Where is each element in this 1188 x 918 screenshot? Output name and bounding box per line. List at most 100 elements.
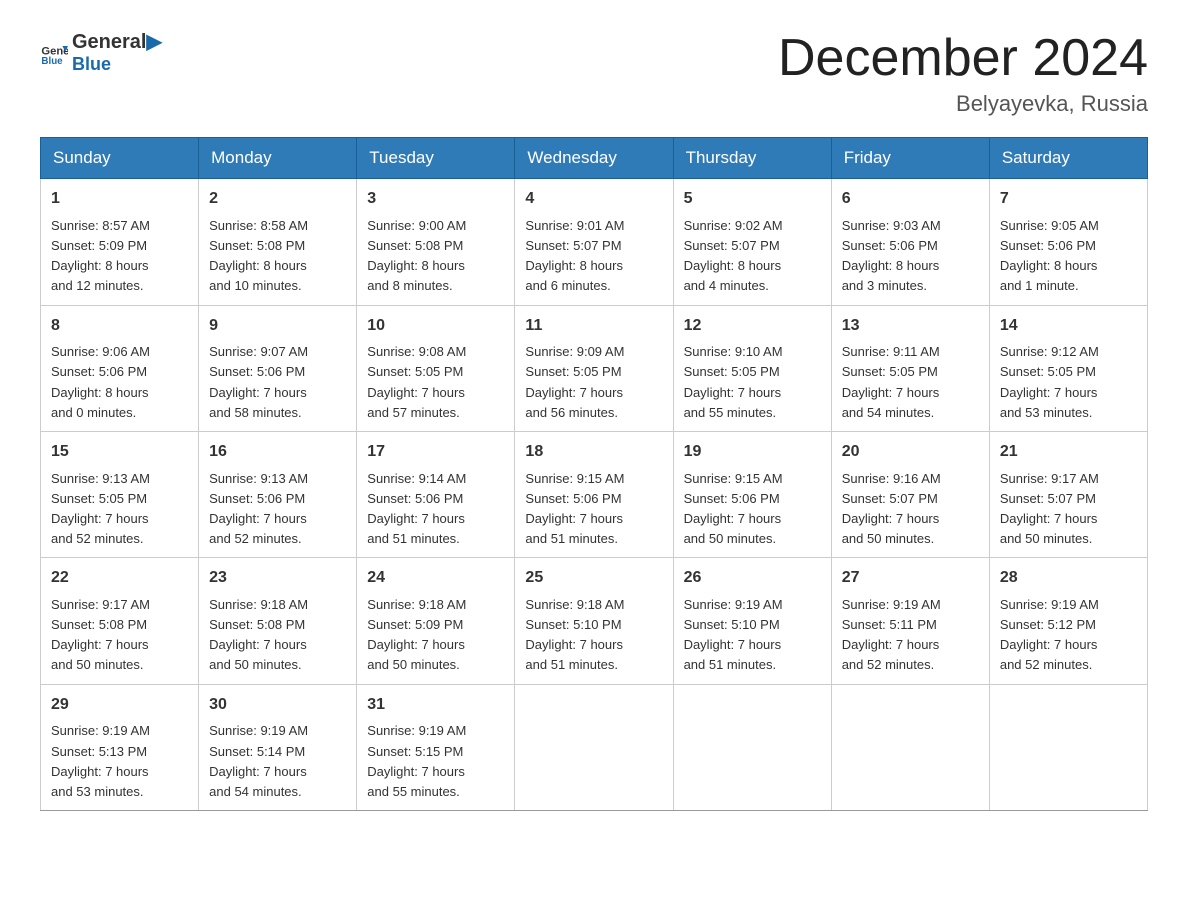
day-info: Sunrise: 9:07 AM Sunset: 5:06 PM Dayligh…	[209, 342, 346, 423]
calendar-cell: 21 Sunrise: 9:17 AM Sunset: 5:07 PM Dayli…	[989, 431, 1147, 557]
day-number: 1	[51, 187, 188, 212]
day-info: Sunrise: 9:12 AM Sunset: 5:05 PM Dayligh…	[1000, 342, 1137, 423]
day-number: 27	[842, 566, 979, 591]
calendar-cell: 14 Sunrise: 9:12 AM Sunset: 5:05 PM Dayli…	[989, 305, 1147, 431]
calendar-cell: 3 Sunrise: 9:00 AM Sunset: 5:08 PM Daylig…	[357, 179, 515, 305]
day-number: 21	[1000, 440, 1137, 465]
day-number: 20	[842, 440, 979, 465]
day-header-thursday: Thursday	[673, 138, 831, 179]
day-info: Sunrise: 9:09 AM Sunset: 5:05 PM Dayligh…	[525, 342, 662, 423]
day-info: Sunrise: 9:00 AM Sunset: 5:08 PM Dayligh…	[367, 216, 504, 297]
calendar-cell: 31 Sunrise: 9:19 AM Sunset: 5:15 PM Dayli…	[357, 684, 515, 810]
day-info: Sunrise: 9:15 AM Sunset: 5:06 PM Dayligh…	[684, 469, 821, 550]
day-number: 10	[367, 314, 504, 339]
day-info: Sunrise: 9:18 AM Sunset: 5:08 PM Dayligh…	[209, 595, 346, 676]
day-number: 19	[684, 440, 821, 465]
day-info: Sunrise: 9:13 AM Sunset: 5:06 PM Dayligh…	[209, 469, 346, 550]
calendar-cell: 9 Sunrise: 9:07 AM Sunset: 5:06 PM Daylig…	[199, 305, 357, 431]
day-info: Sunrise: 9:19 AM Sunset: 5:14 PM Dayligh…	[209, 721, 346, 802]
day-header-monday: Monday	[199, 138, 357, 179]
day-info: Sunrise: 9:13 AM Sunset: 5:05 PM Dayligh…	[51, 469, 188, 550]
calendar-cell: 16 Sunrise: 9:13 AM Sunset: 5:06 PM Dayli…	[199, 431, 357, 557]
day-info: Sunrise: 9:02 AM Sunset: 5:07 PM Dayligh…	[684, 216, 821, 297]
calendar-cell: 23 Sunrise: 9:18 AM Sunset: 5:08 PM Dayli…	[199, 558, 357, 684]
calendar-cell: 20 Sunrise: 9:16 AM Sunset: 5:07 PM Dayli…	[831, 431, 989, 557]
day-number: 18	[525, 440, 662, 465]
day-number: 16	[209, 440, 346, 465]
calendar-cell: 6Sunrise: 9:03 AM Sunset: 5:06 PM Daylig…	[831, 179, 989, 305]
calendar-table: SundayMondayTuesdayWednesdayThursdayFrid…	[40, 137, 1148, 811]
day-number: 12	[684, 314, 821, 339]
day-info: Sunrise: 9:19 AM Sunset: 5:10 PM Dayligh…	[684, 595, 821, 676]
calendar-cell: 18 Sunrise: 9:15 AM Sunset: 5:06 PM Dayli…	[515, 431, 673, 557]
calendar-cell: 24 Sunrise: 9:18 AM Sunset: 5:09 PM Dayli…	[357, 558, 515, 684]
logo-icon: General Blue	[40, 39, 68, 67]
calendar-cell: 11Sunrise: 9:09 AM Sunset: 5:05 PM Dayli…	[515, 305, 673, 431]
calendar-cell: 17 Sunrise: 9:14 AM Sunset: 5:06 PM Dayli…	[357, 431, 515, 557]
calendar-cell	[831, 684, 989, 810]
day-info: Sunrise: 8:57 AM Sunset: 5:09 PM Dayligh…	[51, 216, 188, 297]
day-header-sunday: Sunday	[41, 138, 199, 179]
calendar-week-5: 29Sunrise: 9:19 AM Sunset: 5:13 PM Dayli…	[41, 684, 1148, 810]
day-info: Sunrise: 9:17 AM Sunset: 5:07 PM Dayligh…	[1000, 469, 1137, 550]
day-info: Sunrise: 9:18 AM Sunset: 5:10 PM Dayligh…	[525, 595, 662, 676]
calendar-cell	[989, 684, 1147, 810]
calendar-cell: 2 Sunrise: 8:58 AM Sunset: 5:08 PM Daylig…	[199, 179, 357, 305]
day-header-saturday: Saturday	[989, 138, 1147, 179]
calendar-cell: 30 Sunrise: 9:19 AM Sunset: 5:14 PM Dayli…	[199, 684, 357, 810]
day-number: 9	[209, 314, 346, 339]
day-number: 22	[51, 566, 188, 591]
day-number: 14	[1000, 314, 1137, 339]
day-info: Sunrise: 9:08 AM Sunset: 5:05 PM Dayligh…	[367, 342, 504, 423]
day-number: 13	[842, 314, 979, 339]
calendar-cell: 28Sunrise: 9:19 AM Sunset: 5:12 PM Dayli…	[989, 558, 1147, 684]
day-number: 30	[209, 693, 346, 718]
day-info: Sunrise: 9:01 AM Sunset: 5:07 PM Dayligh…	[525, 216, 662, 297]
day-info: Sunrise: 9:11 AM Sunset: 5:05 PM Dayligh…	[842, 342, 979, 423]
day-number: 5	[684, 187, 821, 212]
day-header-wednesday: Wednesday	[515, 138, 673, 179]
day-info: Sunrise: 9:15 AM Sunset: 5:06 PM Dayligh…	[525, 469, 662, 550]
logo: General Blue General▶ Blue	[40, 30, 162, 76]
calendar-cell: 13 Sunrise: 9:11 AM Sunset: 5:05 PM Dayli…	[831, 305, 989, 431]
calendar-cell: 7Sunrise: 9:05 AM Sunset: 5:06 PM Daylig…	[989, 179, 1147, 305]
calendar-cell: 5 Sunrise: 9:02 AM Sunset: 5:07 PM Daylig…	[673, 179, 831, 305]
calendar-header-row: SundayMondayTuesdayWednesdayThursdayFrid…	[41, 138, 1148, 179]
calendar-week-1: 1 Sunrise: 8:57 AM Sunset: 5:09 PM Daylig…	[41, 179, 1148, 305]
day-info: Sunrise: 9:06 AM Sunset: 5:06 PM Dayligh…	[51, 342, 188, 423]
day-number: 17	[367, 440, 504, 465]
logo-blue: Blue	[72, 54, 162, 76]
day-number: 3	[367, 187, 504, 212]
day-info: Sunrise: 9:16 AM Sunset: 5:07 PM Dayligh…	[842, 469, 979, 550]
title-block: December 2024 Belyayevka, Russia	[778, 30, 1148, 117]
calendar-cell	[673, 684, 831, 810]
calendar-cell: 26 Sunrise: 9:19 AM Sunset: 5:10 PM Dayli…	[673, 558, 831, 684]
day-number: 26	[684, 566, 821, 591]
calendar-cell: 25Sunrise: 9:18 AM Sunset: 5:10 PM Dayli…	[515, 558, 673, 684]
day-info: Sunrise: 9:18 AM Sunset: 5:09 PM Dayligh…	[367, 595, 504, 676]
day-info: Sunrise: 9:03 AM Sunset: 5:06 PM Dayligh…	[842, 216, 979, 297]
calendar-cell: 10 Sunrise: 9:08 AM Sunset: 5:05 PM Dayli…	[357, 305, 515, 431]
day-number: 24	[367, 566, 504, 591]
day-number: 4	[525, 187, 662, 212]
day-number: 28	[1000, 566, 1137, 591]
day-number: 23	[209, 566, 346, 591]
calendar-cell: 29Sunrise: 9:19 AM Sunset: 5:13 PM Dayli…	[41, 684, 199, 810]
calendar-cell: 22 Sunrise: 9:17 AM Sunset: 5:08 PM Dayli…	[41, 558, 199, 684]
day-number: 31	[367, 693, 504, 718]
day-info: Sunrise: 9:17 AM Sunset: 5:08 PM Dayligh…	[51, 595, 188, 676]
calendar-cell: 27 Sunrise: 9:19 AM Sunset: 5:11 PM Dayli…	[831, 558, 989, 684]
page-header: General Blue General▶ Blue December 2024…	[40, 30, 1148, 117]
day-info: Sunrise: 9:19 AM Sunset: 5:15 PM Dayligh…	[367, 721, 504, 802]
calendar-cell: 15 Sunrise: 9:13 AM Sunset: 5:05 PM Dayli…	[41, 431, 199, 557]
day-number: 15	[51, 440, 188, 465]
calendar-cell: 12Sunrise: 9:10 AM Sunset: 5:05 PM Dayli…	[673, 305, 831, 431]
day-info: Sunrise: 9:19 AM Sunset: 5:13 PM Dayligh…	[51, 721, 188, 802]
day-info: Sunrise: 8:58 AM Sunset: 5:08 PM Dayligh…	[209, 216, 346, 297]
day-info: Sunrise: 9:19 AM Sunset: 5:11 PM Dayligh…	[842, 595, 979, 676]
logo-general: General▶	[72, 30, 162, 54]
svg-text:Blue: Blue	[41, 56, 63, 67]
day-number: 2	[209, 187, 346, 212]
calendar-week-4: 22 Sunrise: 9:17 AM Sunset: 5:08 PM Dayli…	[41, 558, 1148, 684]
day-info: Sunrise: 9:14 AM Sunset: 5:06 PM Dayligh…	[367, 469, 504, 550]
